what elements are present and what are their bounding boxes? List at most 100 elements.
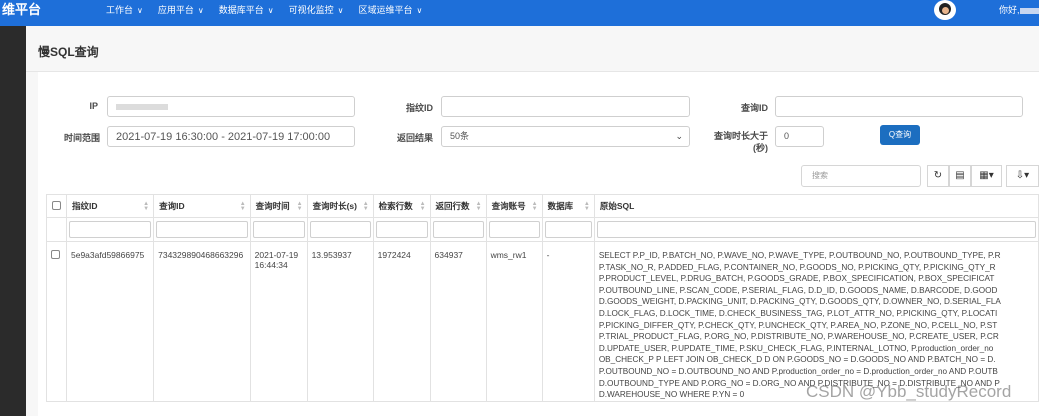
app-brand[interactable]: 维平台 — [0, 0, 41, 20]
avatar-face — [942, 7, 949, 14]
col-fingerprint-id[interactable]: 指纹ID ▲ ▼ — [65, 194, 155, 218]
sort-icon: ▲ ▼ — [419, 201, 426, 212]
nav-label: 应用平台 — [157, 5, 194, 15]
sql-line: SELECT P.P_ID, P.BATCH_NO, P.WAVE_NO, P.… — [598, 251, 1001, 260]
filter-cell — [46, 217, 67, 242]
filter-query-time-input[interactable] — [252, 221, 305, 238]
filter-cell — [429, 217, 487, 242]
sort-icon: ▲ ▼ — [239, 201, 246, 212]
filter-fingerprint-input[interactable] — [69, 221, 152, 238]
nav-label: 数据库平台 — [218, 5, 264, 15]
sort-icon: ▲ ▼ — [143, 201, 150, 212]
query-clock: 16:44:34 — [254, 260, 288, 270]
column-title: 数据库 — [547, 201, 574, 211]
select-all-checkbox[interactable] — [52, 200, 61, 210]
row-checkbox[interactable] — [51, 250, 60, 259]
page-header: 慢SQL查询 — [26, 26, 1039, 72]
fingerprint-input[interactable] — [441, 96, 690, 117]
nav-monitoring[interactable]: 可视化监控 ∨ — [289, 0, 344, 20]
cell-duration: 13.953937 — [306, 241, 374, 402]
sql-line: P.PICKING_DIFFER_QTY, P.CHECK_QTY, P.UNC… — [598, 320, 998, 330]
column-title: 原始SQL — [599, 201, 635, 211]
time-range-input[interactable]: 2021-07-19 16:30:00 - 2021-07-19 17:00:0… — [107, 126, 355, 147]
query-id-input[interactable] — [775, 96, 1023, 117]
col-query-time[interactable]: 查询时间 ▲ ▼ — [249, 194, 308, 218]
col-account[interactable]: 查询账号 ▲ ▼ — [485, 194, 543, 218]
sort-icon: ▲ ▼ — [296, 201, 303, 212]
filter-rows-examined-input[interactable] — [375, 221, 428, 238]
nav-regional-ops[interactable]: 区域运维平台 ∨ — [359, 0, 423, 20]
query-button[interactable]: Q查询 — [880, 125, 920, 145]
nav-app-platform[interactable]: 应用平台 ∨ — [158, 0, 204, 20]
filter-cell — [372, 217, 431, 242]
cell-rows-examined: 1972424 — [372, 241, 431, 402]
filter-account-input[interactable] — [488, 221, 540, 238]
filter-duration-input[interactable] — [309, 221, 371, 238]
result-label: 返回结果 — [396, 133, 433, 143]
filter-rows-sent-input[interactable] — [432, 221, 484, 238]
result-select[interactable]: 50条 ⌄ — [441, 126, 690, 147]
slow-sql-table: 指纹ID ▲ ▼ 查询ID ▲ ▼ 查询时间 ▲ ▼ 查询时长(s) ▲ ▼ 检索行数 ▲ ▼ 返回… — [46, 194, 1039, 402]
sort-icon: ▲ ▼ — [583, 201, 590, 212]
avatar[interactable] — [934, 0, 956, 20]
column-title: 检索行数 — [378, 201, 413, 211]
filter-cell — [593, 217, 1039, 242]
chevron-down-icon: ⌄ — [675, 131, 683, 141]
col-query-id[interactable]: 查询ID ▲ ▼ — [153, 194, 251, 218]
greeting-text: 你好, — [999, 5, 1020, 15]
sql-line: P.TRIAL_PRODUCT_FLAG, P.ORG_NO, P.DISTRI… — [598, 332, 999, 342]
col-database[interactable]: 数据库 ▲ ▼ — [541, 194, 595, 218]
cell-database: - — [541, 241, 595, 402]
columns-icon[interactable]: ▦▾ — [971, 165, 1002, 187]
toggle-view-icon[interactable]: ▤ — [949, 165, 971, 187]
chevron-down-icon: ∨ — [337, 6, 344, 15]
top-navbar: 维平台 工作台 ∨ 应用平台 ∨ 数据库平台 ∨ 可视化监控 ∨ 区域运维平台 ∨ 你好, — [0, 0, 1039, 26]
column-title: 查询时间 — [255, 201, 290, 211]
nav-workbench[interactable]: 工作台 ∨ — [106, 0, 143, 20]
filter-sql-input[interactable] — [596, 221, 1036, 238]
refresh-icon[interactable]: ↻ — [927, 165, 949, 187]
filter-query-id-input[interactable] — [156, 221, 248, 238]
filter-cell — [485, 217, 543, 242]
filter-cell — [541, 217, 595, 242]
filter-database-input[interactable] — [544, 221, 592, 238]
watermark: CSDN @Ybb_studyRecord — [806, 382, 1012, 401]
main-nav: 工作台 ∨ 应用平台 ∨ 数据库平台 ∨ 可视化监控 ∨ 区域运维平台 ∨ — [106, 0, 437, 20]
table-search-input[interactable]: 搜索 — [801, 165, 921, 187]
filter-cell — [153, 217, 251, 242]
row-select-cell[interactable] — [46, 241, 67, 402]
cell-account: wms_rw1 — [485, 241, 543, 402]
chevron-down-icon: ∨ — [267, 6, 274, 15]
col-duration[interactable]: 查询时长(s) ▲ ▼ — [306, 194, 374, 218]
chevron-down-icon: ∨ — [137, 6, 143, 15]
table-header-row: 指纹ID ▲ ▼ 查询ID ▲ ▼ 查询时间 ▲ ▼ 查询时长(s) ▲ ▼ 检索行数 ▲ ▼ 返回… — [46, 194, 1039, 218]
sql-line: P.OUTBOUND_NO = D.OUTBOUND_NO AND P.prod… — [598, 366, 998, 376]
sort-icon: ▲ ▼ — [362, 201, 369, 212]
ip-input[interactable] — [107, 96, 355, 117]
cell-query-time: 2021-07-19 16:44:34 — [249, 241, 308, 402]
column-title: 指纹ID — [72, 201, 98, 211]
col-rows-examined[interactable]: 检索行数 ▲ ▼ — [372, 194, 431, 218]
nav-label: 区域运维平台 — [358, 5, 413, 15]
export-icon[interactable]: ⇩▾ — [1006, 165, 1039, 187]
nav-label: 可视化监控 — [288, 5, 334, 15]
cell-raw-sql: SELECT P.P_ID, P.BATCH_NO, P.WAVE_NO, P.… — [593, 241, 1039, 402]
duration-input[interactable]: 0 — [775, 126, 824, 147]
user-greeting[interactable]: 你好, — [999, 0, 1039, 20]
cell-query-id: 734329890468663296 — [153, 241, 251, 402]
sql-line: OB_CHECK_P P LEFT JOIN OB_CHECK_D D ON P… — [598, 355, 996, 365]
select-all-header[interactable] — [46, 194, 67, 218]
page-title: 慢SQL查询 — [38, 45, 99, 59]
result-select-value: 50条 — [450, 131, 470, 141]
col-rows-sent[interactable]: 返回行数 ▲ ▼ — [429, 194, 487, 218]
column-title: 返回行数 — [435, 201, 470, 211]
username-blurred — [1019, 7, 1039, 14]
sql-line: D.GOODS_WEIGHT, D.PACKING_UNIT, D.PACKIN… — [598, 297, 1001, 307]
chevron-down-icon: ∨ — [416, 6, 423, 15]
col-raw-sql[interactable]: 原始SQL — [593, 194, 1039, 218]
nav-db-platform[interactable]: 数据库平台 ∨ — [219, 0, 274, 20]
query-id-label: 查询ID — [740, 103, 768, 113]
ip-value-blurred — [116, 103, 168, 110]
table-row[interactable]: 5e9a3afd59866975 734329890468663296 2021… — [46, 241, 1039, 402]
filter-cell — [306, 217, 374, 242]
